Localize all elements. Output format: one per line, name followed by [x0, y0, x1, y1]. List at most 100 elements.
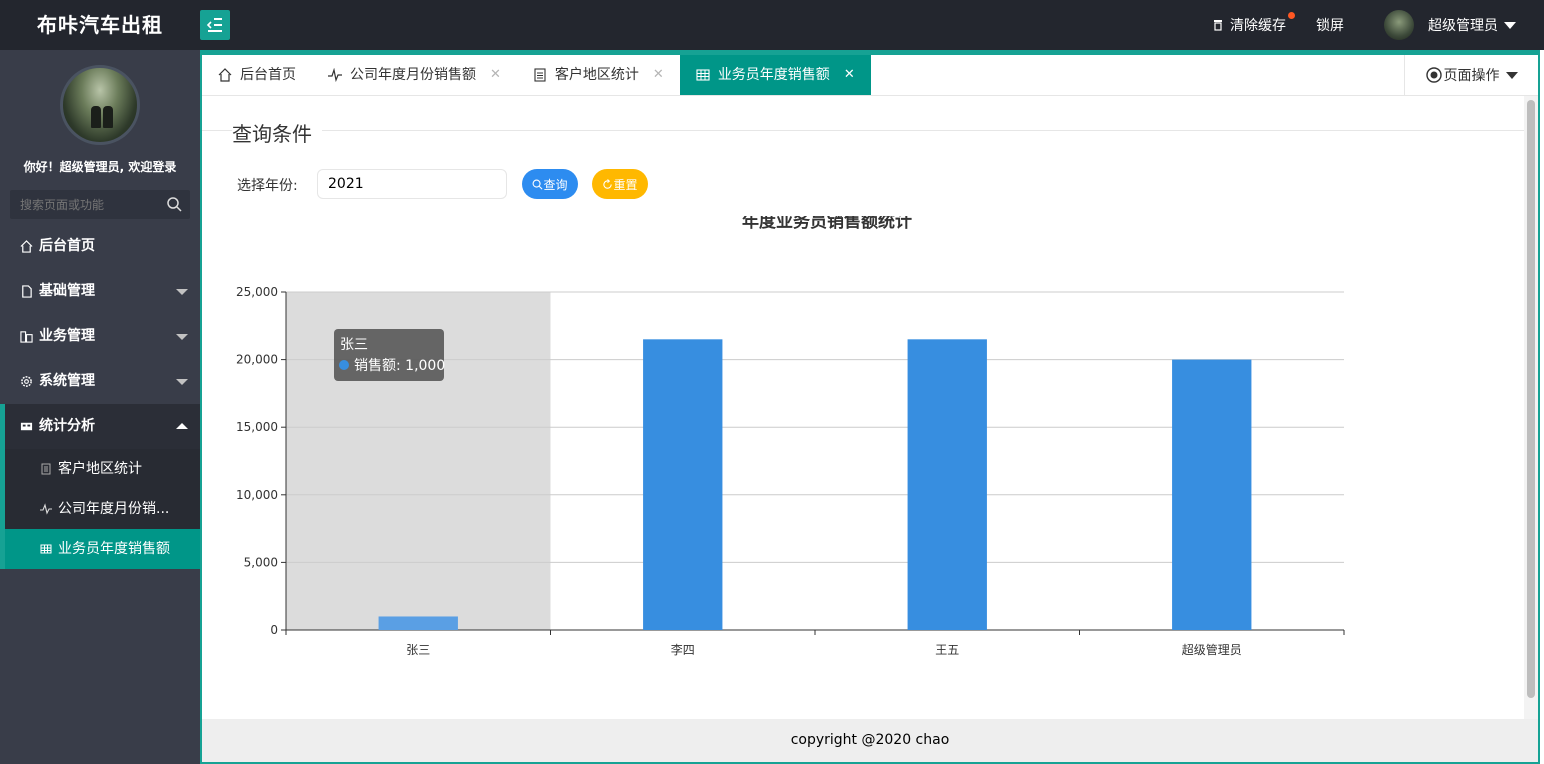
user-name: 超级管理员: [1428, 18, 1498, 34]
sidebar-item-label: 业务管理: [39, 328, 95, 344]
tab-home[interactable]: 后台首页: [202, 55, 312, 95]
sidebar-item-statistics[interactable]: 统计分析: [0, 404, 200, 449]
bar: [907, 339, 987, 630]
sidebar-search-input[interactable]: [10, 190, 160, 219]
section-title: 查询条件: [232, 118, 322, 147]
query-button-label: 查询: [543, 177, 568, 192]
tab-label: 客户地区统计: [554, 67, 639, 83]
x-tick-label: 李四: [671, 642, 695, 657]
y-tick-label: 15,000: [236, 420, 278, 434]
tooltip-value: 销售额: 1,000: [354, 358, 445, 374]
tab-customer-region[interactable]: 客户地区统计 ✕: [517, 55, 680, 95]
report-icon: [534, 68, 546, 82]
tab-salesman-sales[interactable]: 业务员年度销售额 ✕: [679, 55, 871, 95]
year-input[interactable]: [317, 169, 507, 199]
notification-dot: [1288, 12, 1295, 19]
sidebar-item-system[interactable]: 系统管理: [0, 359, 200, 404]
profile-avatar: [60, 65, 140, 145]
chart-title: 年度业务员销售额统计: [742, 216, 912, 232]
close-icon[interactable]: ✕: [490, 55, 501, 95]
menu-fold-icon: [206, 18, 222, 32]
y-tick-label: 5,000: [244, 555, 278, 569]
sidebar-search: [10, 190, 190, 219]
tab-bar: 后台首页 公司年度月份销售额 ✕ 客户地区统计 ✕ 业务员年度销售额 ✕ 页面操…: [202, 55, 1538, 96]
bar: [643, 339, 723, 630]
sidebar-item-label: 后台首页: [39, 238, 95, 254]
sidebar-subitem-label: 业务员年度销售额: [58, 541, 170, 557]
tooltip-marker: [339, 360, 349, 370]
close-icon[interactable]: ✕: [653, 55, 664, 95]
report-icon: [41, 463, 51, 475]
sidebar-item-label: 基础管理: [39, 283, 95, 299]
clear-cache-button[interactable]: 清除缓存: [1212, 12, 1295, 35]
refresh-icon: [603, 178, 613, 189]
sidebar-item-salesman-sales[interactable]: 业务员年度销售额: [0, 529, 200, 569]
tab-label: 业务员年度销售额: [717, 67, 830, 83]
menu-toggle-button[interactable]: [200, 10, 230, 40]
lock-screen-button[interactable]: 锁屏: [1316, 15, 1344, 35]
welcome-text: 你好！超级管理员, 欢迎登录: [23, 160, 177, 174]
y-tick-label: 0: [270, 623, 278, 637]
tab-monthly-sales[interactable]: 公司年度月份销售额 ✕: [312, 55, 517, 95]
chevron-down-icon: [176, 334, 188, 340]
x-tick-label: 超级管理员: [1182, 642, 1242, 657]
home-icon: [218, 68, 232, 82]
vertical-scrollbar[interactable]: [1524, 96, 1538, 721]
y-tick-label: 10,000: [236, 488, 278, 502]
query-button[interactable]: 查询: [522, 169, 578, 199]
sidebar-item-home[interactable]: 后台首页: [0, 224, 200, 269]
year-label: 选择年份:: [237, 178, 298, 194]
chevron-up-icon: [176, 423, 188, 429]
avatar: [1384, 10, 1414, 40]
chevron-down-icon: [176, 289, 188, 295]
trash-icon: [1214, 20, 1222, 31]
sidebar-item-label: 统计分析: [39, 418, 95, 434]
home-icon: [20, 240, 33, 253]
sidebar-item-basic[interactable]: 基础管理: [0, 269, 200, 314]
building-icon: [20, 331, 33, 343]
chevron-down-icon: [1504, 21, 1516, 29]
page-ops-label: 页面操作: [1443, 68, 1500, 84]
reset-button-label: 重置: [613, 177, 638, 192]
sidebar-item-monthly-sales[interactable]: 公司年度月份销...: [0, 489, 200, 529]
divider: [202, 130, 1524, 131]
pulse-icon: [40, 503, 52, 515]
footer-copyright: copyright @2020 chao: [202, 719, 1538, 762]
reset-button[interactable]: 重置: [592, 169, 648, 199]
table-icon: [696, 69, 710, 81]
content-area: 查询条件 选择年份: 查询 重置 年度业务员销售额统计 0 5,000 10,000 1…: [202, 96, 1524, 721]
tab-label: 后台首页: [240, 67, 296, 83]
bar: [1172, 359, 1252, 630]
gear-icon: [21, 376, 32, 387]
sidebar-item-business[interactable]: 业务管理: [0, 314, 200, 359]
close-icon[interactable]: ✕: [844, 55, 855, 95]
sidebar: 你好！超级管理员, 欢迎登录 后台首页 基础管理 业务管理 系统管理: [0, 50, 200, 764]
search-icon[interactable]: [166, 196, 182, 212]
x-tick-label: 王五: [935, 643, 959, 657]
radio-icon: [1425, 67, 1442, 83]
tab-label: 公司年度月份销售额: [350, 67, 476, 83]
y-tick-label: 25,000: [236, 285, 278, 299]
chevron-down-icon: [1505, 71, 1518, 79]
table-icon: [40, 544, 52, 554]
pulse-icon: [328, 68, 342, 82]
tooltip-category: 张三: [340, 337, 368, 353]
x-tick-label: 张三: [406, 643, 430, 657]
user-menu[interactable]: 超级管理员: [1384, 10, 1516, 40]
bar: [378, 616, 458, 630]
main-frame: 后台首页 公司年度月份销售额 ✕ 客户地区统计 ✕ 业务员年度销售额 ✕ 页面操…: [200, 50, 1540, 764]
clear-cache-label: 清除缓存: [1230, 18, 1286, 34]
app-title: 布咔汽车出租: [37, 13, 163, 37]
chart-icon: [20, 422, 33, 431]
sales-bar-chart: 年度业务员销售额统计 0 5,000 10,000 15,000 20,000 25,000…: [236, 216, 1345, 657]
file-icon: [22, 285, 32, 298]
sidebar-subitem-label: 客户地区统计: [58, 461, 142, 477]
statistics-submenu: 客户地区统计 公司年度月份销... 业务员年度销售额: [0, 449, 200, 569]
y-tick-label: 20,000: [236, 353, 278, 367]
scrollbar-thumb[interactable]: [1527, 100, 1535, 698]
top-header: 布咔汽车出租 清除缓存 锁屏 超级管理员: [0, 0, 1544, 50]
page-operations-dropdown[interactable]: 页面操作: [1404, 55, 1538, 95]
sidebar-subitem-label: 公司年度月份销...: [58, 501, 170, 517]
chevron-down-icon: [176, 379, 188, 385]
sidebar-item-customer-region[interactable]: 客户地区统计: [0, 449, 200, 489]
